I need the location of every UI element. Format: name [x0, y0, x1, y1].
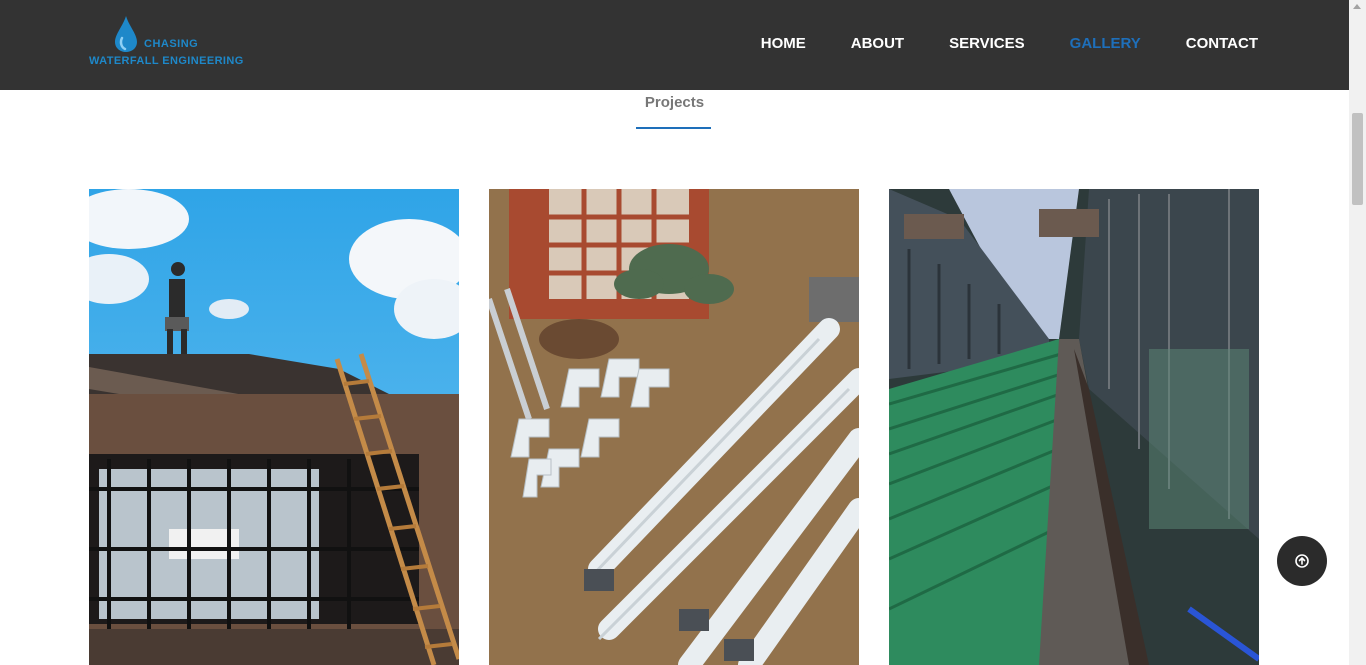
scroll-up-arrow-icon[interactable]: [1353, 4, 1361, 9]
roof-worker-image: [89, 189, 459, 665]
gallery-photo-green-roof[interactable]: [889, 189, 1259, 665]
page: CHASING WATERFALL ENGINEERING HOME ABOUT…: [0, 0, 1366, 665]
back-to-top-button[interactable]: [1277, 536, 1327, 586]
logo-text-line1: CHASING: [144, 38, 199, 50]
arrow-up-circle-icon: [1295, 554, 1309, 568]
nav-contact[interactable]: CONTACT: [1186, 35, 1258, 53]
title-underline: [636, 127, 711, 129]
gallery-photo-downpipes[interactable]: [489, 189, 859, 665]
section-title: Projects: [644, 94, 705, 111]
gallery-photo-roof-worker[interactable]: [89, 189, 459, 665]
water-drop-icon: [115, 16, 137, 52]
nav-about[interactable]: ABOUT: [851, 35, 904, 53]
nav-home[interactable]: HOME: [761, 35, 806, 53]
scrollbar-thumb[interactable]: [1352, 113, 1363, 205]
green-roof-image: [889, 189, 1259, 665]
site-logo[interactable]: CHASING WATERFALL ENGINEERING: [89, 14, 259, 70]
downpipes-image: [489, 189, 859, 665]
logo-text-line2: WATERFALL ENGINEERING: [89, 55, 244, 67]
main-nav: HOME ABOUT SERVICES GALLERY CONTACT: [716, 35, 1258, 53]
nav-gallery[interactable]: GALLERY: [1070, 35, 1141, 53]
site-header: CHASING WATERFALL ENGINEERING HOME ABOUT…: [0, 0, 1349, 90]
page-scrollbar[interactable]: [1349, 0, 1366, 665]
nav-services[interactable]: SERVICES: [949, 35, 1025, 53]
